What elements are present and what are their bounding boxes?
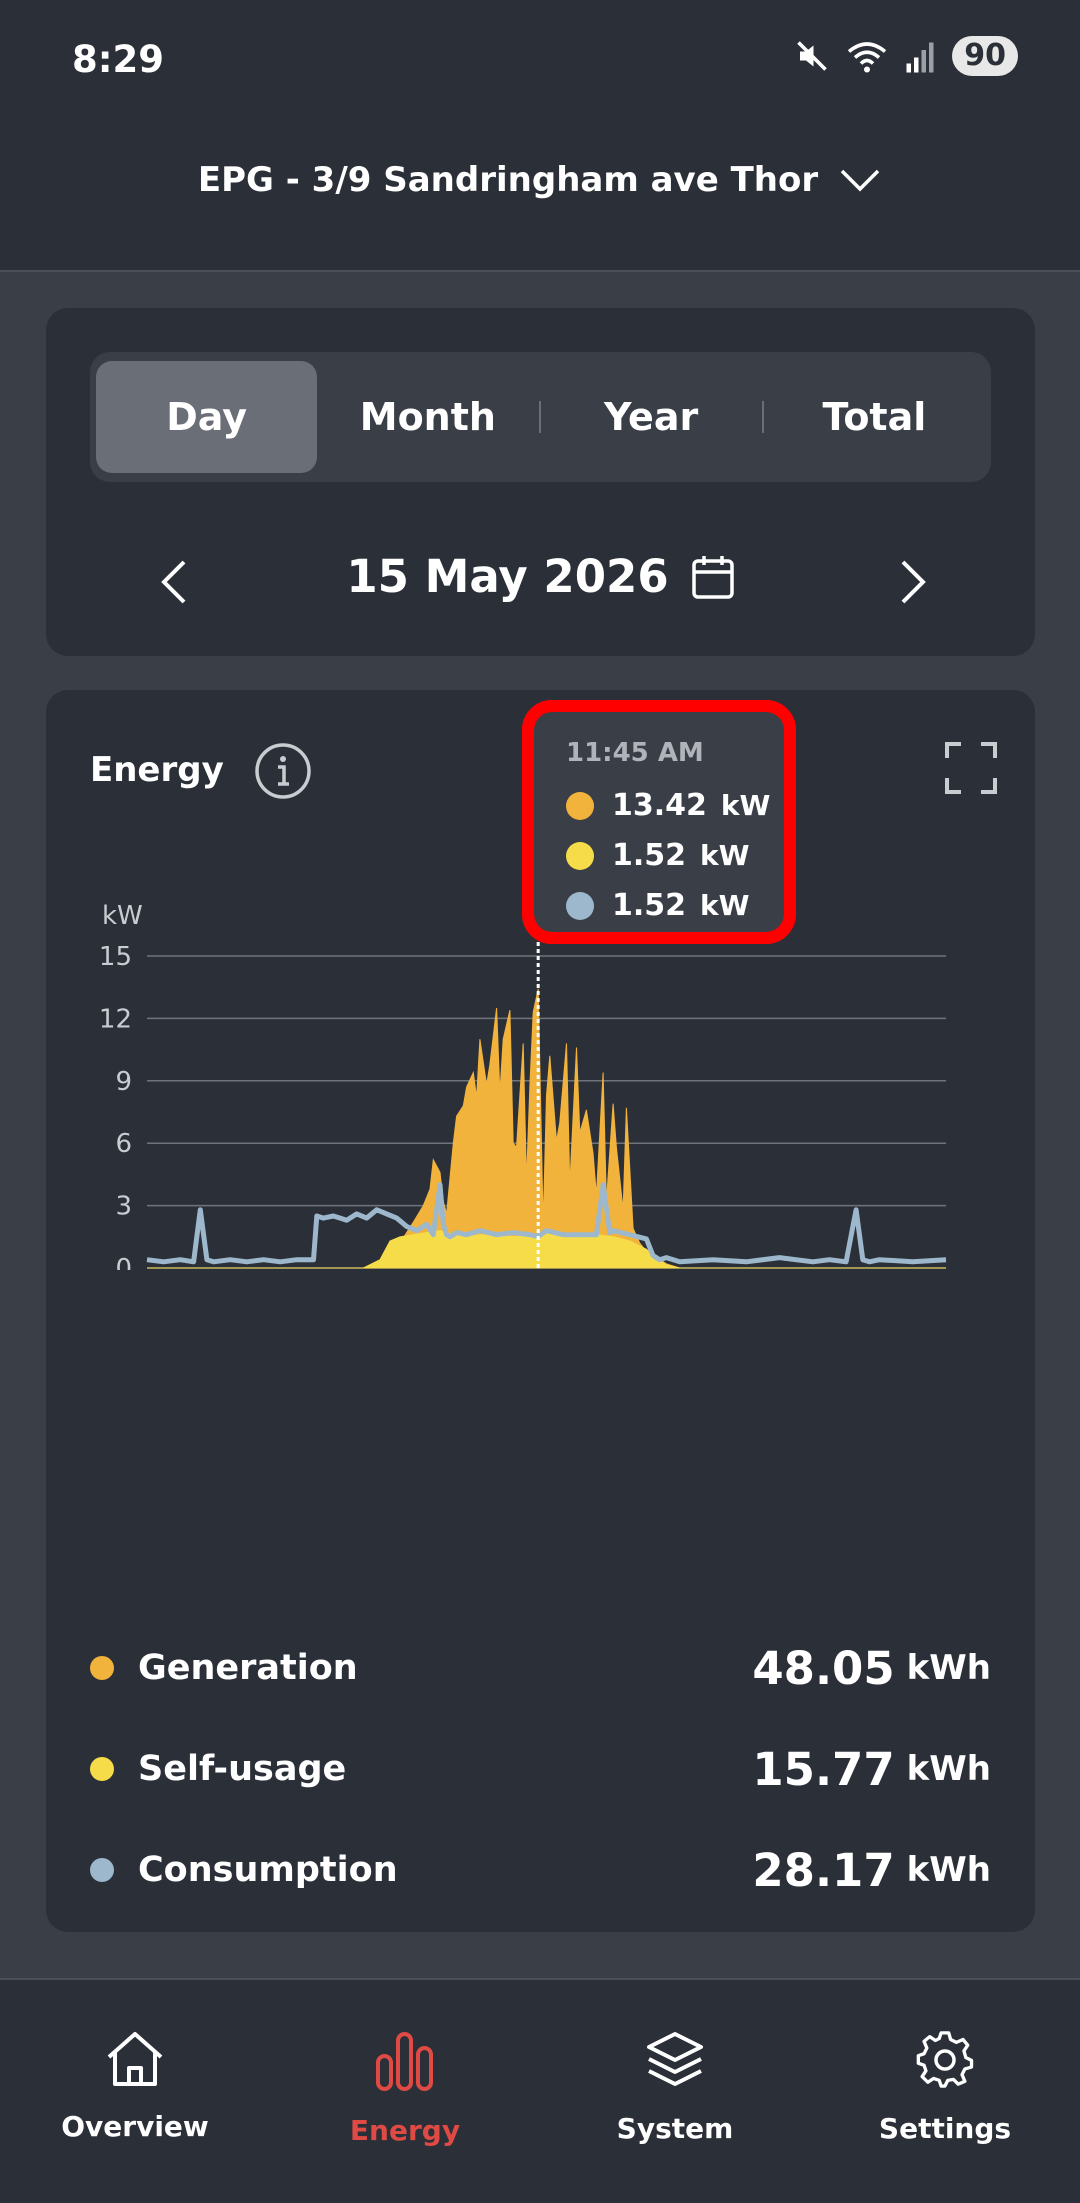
y-tick-label: 3 bbox=[115, 1192, 132, 1222]
nav-system-label: System bbox=[616, 2112, 734, 2145]
current-date: 15 May 2026 bbox=[346, 550, 669, 603]
consumption-total: 28.17 bbox=[752, 1843, 895, 1897]
wifi-icon bbox=[848, 42, 887, 73]
nav-system[interactable]: System bbox=[540, 1980, 810, 2203]
site-name: EPG - 3/9 Sandringham ave Thor bbox=[197, 160, 819, 200]
tab-total[interactable]: Total bbox=[764, 361, 985, 473]
gear-icon bbox=[916, 2031, 974, 2088]
y-axis-unit: kW bbox=[102, 901, 143, 931]
home-icon bbox=[107, 2032, 163, 2086]
nav-energy[interactable]: Energy bbox=[270, 1980, 540, 2203]
y-tick-label: 15 bbox=[99, 942, 132, 972]
tab-month-label: Month bbox=[359, 395, 496, 439]
nav-overview[interactable]: Overview bbox=[0, 1980, 270, 2203]
tab-day[interactable]: Day bbox=[96, 361, 318, 473]
status-icons: 90 bbox=[794, 36, 1018, 76]
nav-settings[interactable]: Settings bbox=[810, 1980, 1080, 2203]
tab-month[interactable]: Month bbox=[317, 361, 538, 473]
tab-day-label: Day bbox=[166, 395, 248, 439]
series-generation-area bbox=[147, 988, 946, 1269]
legend-consumption[interactable]: Consumption 28.17 kWh bbox=[90, 1840, 991, 1900]
period-tabs: Day Month Year Total bbox=[90, 352, 991, 482]
y-tick-label: 12 bbox=[99, 1004, 132, 1034]
generation-dot bbox=[566, 791, 594, 820]
energy-card: Energy kW0369121512:00 AM12:00 PM12:00 A… bbox=[46, 690, 1035, 1932]
tab-year-label: Year bbox=[604, 395, 699, 439]
self-usage-dot bbox=[90, 1757, 114, 1781]
tooltip-self-usage-value: 1.52 bbox=[612, 838, 687, 873]
y-tick-label: 6 bbox=[115, 1129, 132, 1159]
tooltip-row-consumption: 1.52 kW bbox=[566, 888, 750, 923]
generation-total: 48.05 bbox=[752, 1641, 895, 1695]
tooltip-generation-value: 13.42 bbox=[612, 788, 707, 823]
battery-level: 90 bbox=[952, 36, 1018, 76]
energy-title: Energy bbox=[90, 750, 224, 790]
y-tick-label: 9 bbox=[115, 1067, 132, 1097]
fullscreen-icon[interactable] bbox=[945, 742, 997, 794]
status-time: 8:29 bbox=[72, 38, 165, 81]
signal-icon bbox=[906, 42, 934, 73]
tooltip-time: 11:45 AM bbox=[566, 738, 704, 768]
site-selector[interactable]: EPG - 3/9 Sandringham ave Thor bbox=[0, 160, 1080, 200]
nav-energy-label: Energy bbox=[349, 2114, 461, 2147]
nav-settings-label: Settings bbox=[878, 2112, 1012, 2145]
tooltip-unit: kW bbox=[700, 839, 750, 872]
period-card: Day Month Year Total 15 May 2026 bbox=[46, 308, 1035, 656]
legend-unit: kWh bbox=[906, 1850, 991, 1890]
tooltip-row-generation: 13.42 kW bbox=[566, 788, 770, 823]
tooltip-row-self-usage: 1.52 kW bbox=[566, 838, 750, 873]
legend-label: Self-usage bbox=[138, 1749, 347, 1789]
mute-icon bbox=[797, 41, 828, 71]
nav-overview-label: Overview bbox=[61, 2110, 209, 2143]
calendar-icon bbox=[691, 555, 734, 599]
legend-self-usage[interactable]: Self-usage 15.77 kWh bbox=[90, 1739, 991, 1799]
next-day-button[interactable] bbox=[881, 552, 941, 612]
self-usage-total: 15.77 bbox=[752, 1742, 895, 1796]
chevron-down-icon bbox=[840, 169, 880, 192]
chart-tooltip: 11:45 AM 13.42 kW 1.52 kW 1.52 kW bbox=[522, 700, 796, 944]
legend-generation[interactable]: Generation 48.05 kWh bbox=[90, 1638, 991, 1698]
legend-label: Consumption bbox=[138, 1850, 398, 1890]
consumption-dot bbox=[566, 891, 594, 920]
bottom-nav: Overview Energy System Settings bbox=[0, 1978, 1080, 2203]
legend-label: Generation bbox=[138, 1648, 358, 1688]
date-navigator: 15 May 2026 bbox=[46, 532, 1035, 632]
tooltip-unit: kW bbox=[720, 789, 771, 822]
bar-chart-icon bbox=[376, 2032, 433, 2091]
info-icon[interactable] bbox=[254, 742, 312, 800]
legend-unit: kWh bbox=[906, 1648, 991, 1688]
generation-dot bbox=[90, 1656, 114, 1680]
tab-year[interactable]: Year bbox=[541, 361, 762, 473]
tooltip-consumption-value: 1.52 bbox=[612, 888, 687, 923]
app-header: 8:29 90 EPG - 3/9 Sandringham ave Thor bbox=[0, 0, 1080, 272]
consumption-dot bbox=[90, 1858, 114, 1882]
y-tick-label: 0 bbox=[115, 1254, 132, 1270]
tab-total-label: Total bbox=[822, 395, 927, 439]
legend-unit: kWh bbox=[906, 1749, 991, 1789]
tooltip-unit: kW bbox=[700, 889, 750, 922]
self-usage-dot bbox=[566, 841, 594, 870]
layers-icon bbox=[647, 2032, 703, 2086]
